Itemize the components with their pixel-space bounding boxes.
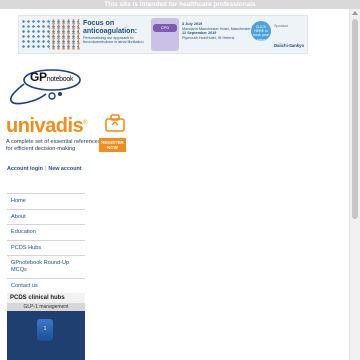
new-account-link[interactable]: New account [48,166,81,172]
event-venue-2: Plymouth Hoe/Hotel, St Helens [182,35,235,40]
nav-item-contact[interactable]: Contact us [7,279,85,295]
nav-item-home[interactable]: Home [7,194,85,210]
banner-title-line1: Focus on [83,20,115,27]
pcds-hubs-advert[interactable]: PCDS clinical hubs GLP-1 management 1 [7,293,85,360]
univadis-logo[interactable]: univadis® [6,115,88,138]
univadis-tagline: A complete set of essential references f… [6,139,101,152]
banner-dot-pattern-accent [49,19,81,50]
healthcare-notice-bar: This site is intended for healthcare pro… [0,0,360,9]
healthcare-notice-text: This site is intended for healthcare pro… [104,1,256,8]
nav-item-roundup-mcqs[interactable]: GPnotebook Round-Up MCQs [7,256,85,279]
gpnotebook-wordmark: GPnotebook [30,70,74,84]
scroll-up-arrow-icon[interactable] [352,11,358,15]
stethoscope-icon [9,69,81,105]
banner-title: Focus on anticoagulation: [83,20,137,36]
banner-cpd-badge: CPD [151,18,179,51]
banner-subtitle: Personalising our approach to thromboemb… [83,36,144,45]
scrollbar-thumb[interactable] [352,19,358,219]
pcds-subtitle: GLP-1 management [7,303,85,311]
banner-sponsor-label: Sponsor [274,24,289,28]
univadis-briefcase-icon [105,114,125,132]
cpd-label: CPD [153,24,177,32]
pen-number: 1 [43,326,47,332]
banner-title-line2: anticoagulation: [83,28,138,35]
banner-book-button[interactable]: CLICK HERE to book your place [251,21,271,42]
nav-item-education[interactable]: Education [7,225,85,241]
banner-event-dates: 3 July 2019 Mandarin Manchester Hotel, M… [182,22,252,40]
banner-sponsor-logo: Daiichi-Sankyo [274,43,305,48]
register-now-button[interactable]: REGISTER NOW [99,138,126,152]
account-links: Account login | New account [7,166,82,172]
gpnotebook-logo[interactable]: GPnotebook [6,62,98,106]
nav-item-about[interactable]: About [7,210,85,226]
page-scrollbar[interactable] [349,9,360,360]
account-login-link[interactable]: Account login [7,166,43,172]
side-navigation: Home About Education PCDS Hubs GPnoteboo… [7,193,85,295]
injection-pen-icon: 1 [37,319,53,341]
advert-banner[interactable]: Focus on anticoagulation: Personalising … [18,15,308,54]
pcds-title: PCDS clinical hubs [7,293,85,303]
nav-item-pcds-hubs[interactable]: PCDS Hubs [7,241,85,257]
account-separator: | [44,166,47,172]
